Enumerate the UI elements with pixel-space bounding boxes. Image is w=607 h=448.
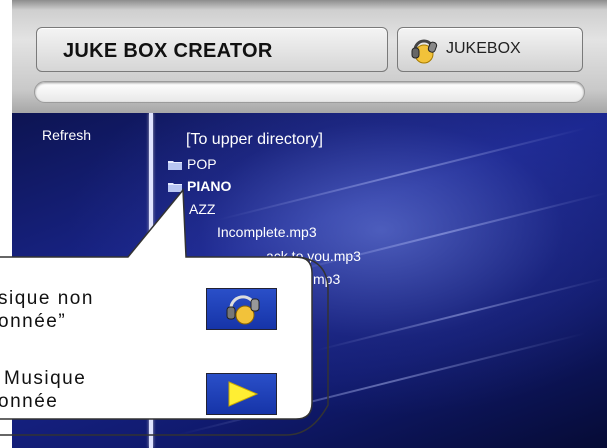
list-item-label: POP [187, 156, 217, 172]
refresh-link[interactable]: Refresh [42, 127, 91, 143]
callout-text-selected-line1: Musique [4, 368, 87, 389]
browser-panel: Refresh [To upper directory] POP PIANO A… [12, 113, 607, 448]
app-window: JUKE BOX CREATOR JUKEBOX Refresh [To upp… [12, 0, 607, 448]
list-item-folder[interactable]: AZZ [189, 201, 215, 217]
panel-divider [149, 113, 153, 448]
parent-directory-link[interactable]: [To upper directory] [186, 131, 323, 149]
title-panel: JUKE BOX CREATOR [36, 27, 388, 72]
list-item-file[interactable]: ack to you.mp3 [266, 248, 361, 264]
callout-text-unselected-line2: onnée” [0, 311, 67, 332]
list-item-label: PIANO [187, 178, 232, 194]
list-item-folder[interactable]: PIANO [168, 178, 231, 194]
headphones-icon [408, 34, 440, 71]
list-item-label: AZZ [189, 201, 216, 217]
list-item-label: [To upper directory] [186, 131, 323, 148]
selected-music-tile [206, 373, 277, 415]
list-item-label: Incomplete.mp3 [217, 224, 317, 240]
list-item-label: ack to you.mp3 [266, 248, 361, 264]
folder-icon [168, 183, 182, 192]
list-item-file[interactable]: mp3 [313, 271, 340, 287]
play-arrow-icon [228, 381, 259, 407]
headphones-icon [226, 295, 260, 325]
jukebox-button[interactable]: JUKEBOX [397, 27, 583, 72]
unselected-music-tile [206, 288, 277, 330]
callout-text-selected-line2: onnée [0, 391, 59, 412]
list-item-file[interactable]: Incomplete.mp3 [217, 224, 317, 240]
progress-bar [34, 81, 585, 103]
folder-icon [168, 161, 182, 170]
list-item-label: mp3 [313, 271, 341, 287]
list-item-folder[interactable]: POP [168, 156, 217, 172]
callout-text-unselected-line1: sique non [0, 288, 94, 309]
jukebox-button-label: JUKEBOX [446, 40, 521, 57]
app-title: JUKE BOX CREATOR [63, 40, 273, 62]
